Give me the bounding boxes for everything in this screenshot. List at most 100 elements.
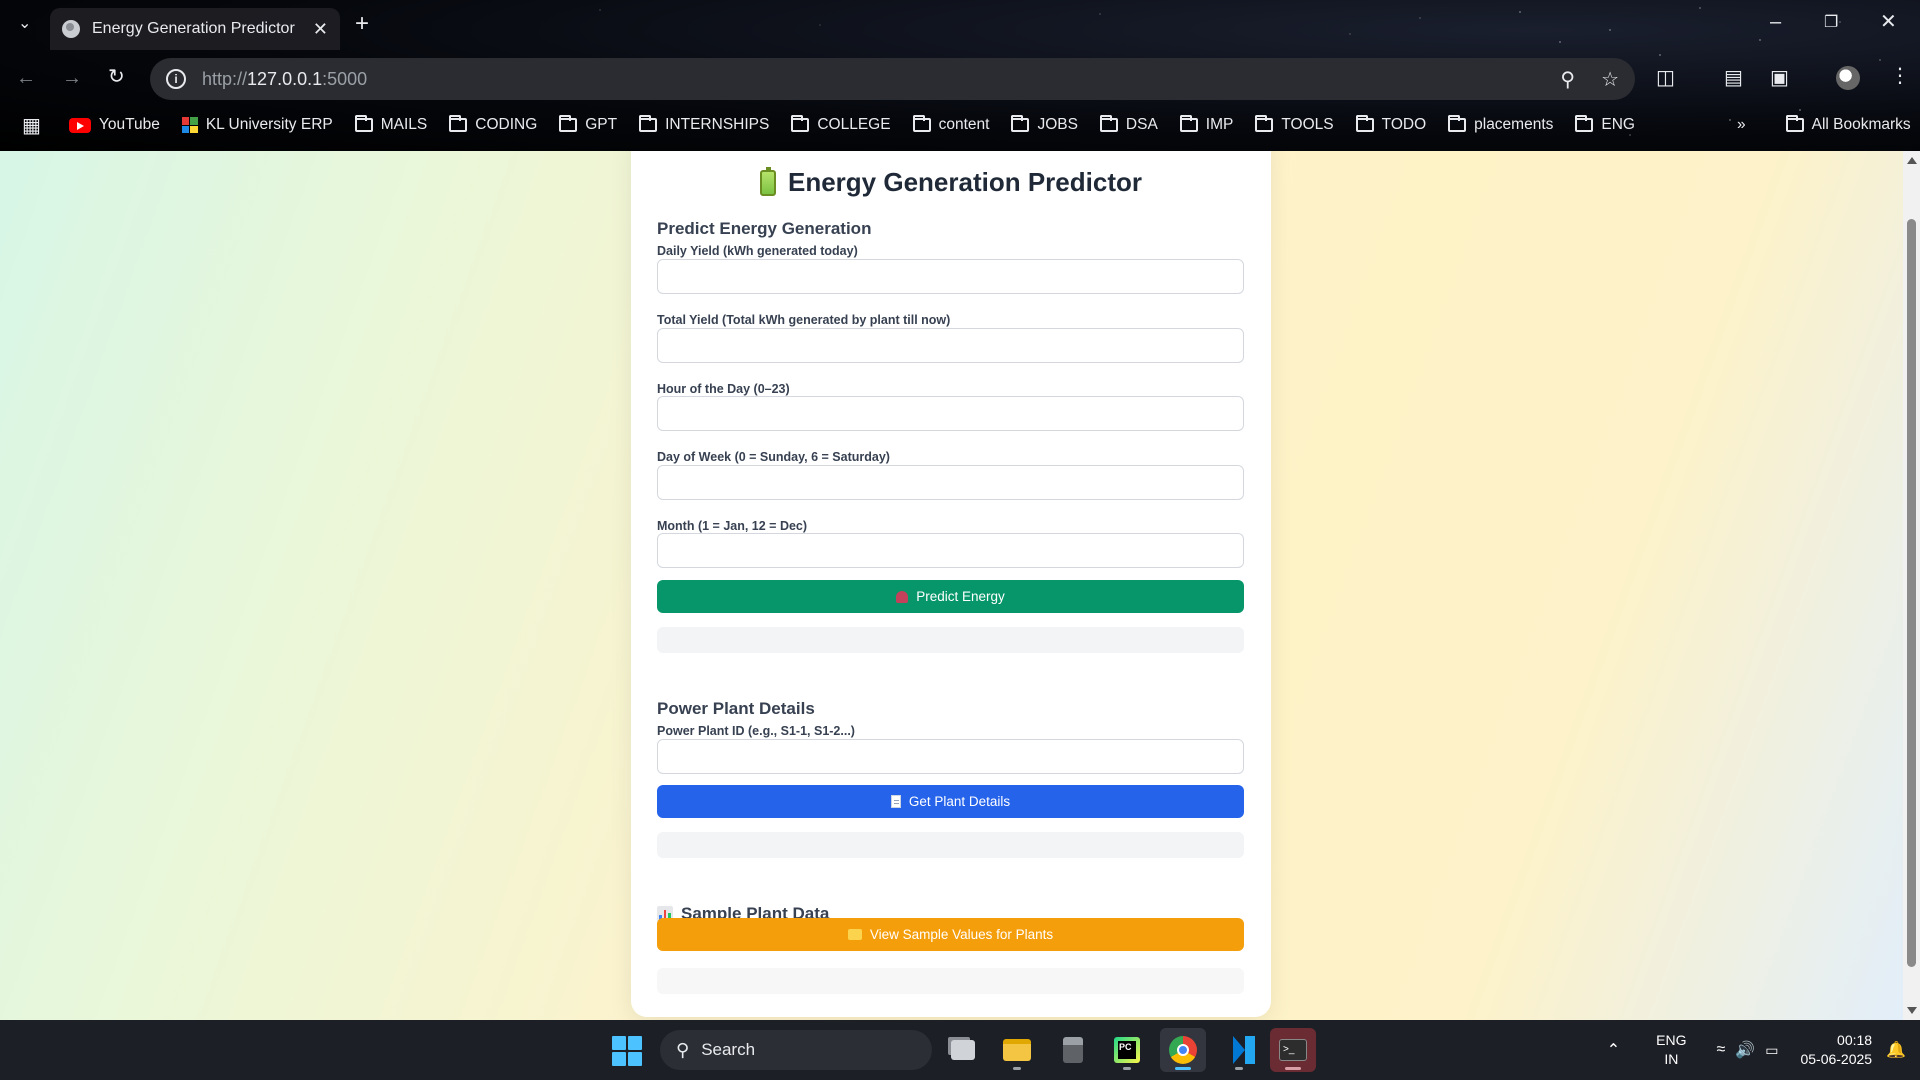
page-title: Energy Generation Predictor: [631, 166, 1271, 198]
document-icon: [890, 795, 901, 808]
tab-list-chevron-icon[interactable]: ⌄: [18, 14, 31, 34]
forward-icon[interactable]: →: [62, 68, 82, 88]
tab-title: Energy Generation Predictor: [92, 20, 295, 37]
predict-energy-label: Predict Energy: [916, 589, 1005, 604]
vscode-icon[interactable]: [1216, 1028, 1262, 1072]
windows-start-icon[interactable]: [612, 1036, 642, 1066]
profile-avatar[interactable]: [1836, 66, 1860, 90]
extensions-icon[interactable]: ◫: [1656, 68, 1675, 88]
bookmark-tools[interactable]: TOOLS: [1255, 115, 1334, 134]
new-tab-icon[interactable]: +: [355, 12, 369, 36]
chrome-icon[interactable]: [1160, 1028, 1206, 1072]
screenshot-icon[interactable]: ▣: [1770, 68, 1789, 88]
site-info-icon[interactable]: i: [166, 69, 186, 89]
terminal-icon[interactable]: >_: [1270, 1028, 1316, 1072]
prediction-result: [657, 627, 1244, 653]
calculator-icon[interactable]: [1050, 1028, 1096, 1072]
apps-grid-icon[interactable]: ▦: [22, 113, 41, 138]
bookmark-star-icon[interactable]: ☆: [1601, 67, 1619, 92]
clock-date: 05-06-2025: [1800, 1051, 1873, 1067]
bookmark-college[interactable]: COLLEGE: [791, 115, 891, 134]
daily-yield-input[interactable]: [657, 259, 1244, 294]
region-code: IN: [1664, 1051, 1679, 1067]
bookmark-dsa[interactable]: DSA: [1099, 115, 1158, 134]
folder-icon: [639, 115, 658, 132]
all-bookmarks[interactable]: All Bookmarks: [1785, 115, 1911, 134]
taskbar-search[interactable]: ⚲ Search: [660, 1030, 932, 1070]
task-view-icon[interactable]: [940, 1028, 986, 1072]
bookmark-coding[interactable]: CODING: [449, 115, 537, 134]
reading-list-icon[interactable]: ▤: [1724, 68, 1743, 88]
clock-time: 00:18: [1837, 1032, 1873, 1048]
tab-close-icon[interactable]: ✕: [313, 19, 328, 40]
battery-status-icon[interactable]: ▭: [1765, 1042, 1778, 1059]
browser-tab[interactable]: Energy Generation Predictor ✕: [50, 8, 340, 50]
sample-data-result: [657, 968, 1244, 994]
total-yield-label: Total Yield (Total kWh generated by plan…: [657, 313, 951, 327]
bookmark-internships[interactable]: INTERNSHIPS: [639, 115, 769, 134]
daily-yield-label: Daily Yield (kWh generated today): [657, 244, 858, 258]
folder-icon: [1785, 115, 1804, 132]
bookmark-kl-erp[interactable]: KL University ERP: [181, 116, 333, 134]
reload-icon[interactable]: ↻: [108, 67, 125, 87]
wifi-icon[interactable]: ≈: [1717, 1041, 1726, 1059]
view-sample-values-button[interactable]: View Sample Values for Plants: [657, 918, 1244, 951]
youtube-icon: [68, 117, 91, 133]
lang-code: ENG: [1656, 1032, 1687, 1048]
folder-icon: [1011, 115, 1030, 132]
day-of-week-label: Day of Week (0 = Sunday, 6 = Saturday): [657, 450, 890, 464]
more-bookmarks-icon[interactable]: »: [1737, 116, 1746, 134]
zoom-icon[interactable]: ⚲: [1560, 67, 1575, 92]
month-label: Month (1 = Jan, 12 = Dec): [657, 519, 808, 533]
folder-icon: [1255, 115, 1274, 132]
address-bar[interactable]: i http://127.0.0.1:5000 ⚲ ☆: [150, 58, 1635, 100]
scroll-down-arrow-icon[interactable]: [1907, 1007, 1917, 1014]
plant-id-input[interactable]: [657, 739, 1244, 774]
browser-chrome: ⌄ Energy Generation Predictor ✕ + – ❐ ✕ …: [0, 0, 1920, 151]
bookmark-eng[interactable]: ENG: [1575, 115, 1635, 134]
restore-icon[interactable]: ❐: [1824, 13, 1838, 33]
plant-id-label: Power Plant ID (e.g., S1-1, S1-2...): [657, 724, 855, 738]
total-yield-input[interactable]: [657, 328, 1244, 363]
close-window-icon[interactable]: ✕: [1880, 12, 1897, 32]
hour-of-day-input[interactable]: [657, 396, 1244, 431]
bookmark-jobs[interactable]: JOBS: [1011, 115, 1078, 134]
folder-icon: [1099, 115, 1118, 132]
folder-icon: [559, 115, 578, 132]
battery-icon: [760, 166, 776, 196]
minimize-icon[interactable]: –: [1770, 12, 1781, 32]
taskbar-search-label: Search: [701, 1040, 756, 1059]
bookmark-youtube[interactable]: YouTube: [68, 116, 160, 134]
url-text[interactable]: http://127.0.0.1:5000: [202, 69, 367, 90]
rocket-icon: [896, 590, 909, 603]
get-plant-details-button[interactable]: Get Plant Details: [657, 785, 1244, 818]
show-hidden-icons-icon[interactable]: ⌃: [1607, 1040, 1620, 1060]
month-input[interactable]: [657, 533, 1244, 568]
scroll-up-arrow-icon[interactable]: [1907, 157, 1917, 164]
language-indicator[interactable]: ENG IN: [1656, 1031, 1686, 1069]
menu-icon[interactable]: ⋮: [1890, 66, 1910, 86]
bookmark-mails[interactable]: MAILS: [354, 115, 427, 134]
bookmark-content[interactable]: content: [912, 115, 989, 134]
file-explorer-icon[interactable]: [994, 1028, 1040, 1072]
day-of-week-input[interactable]: [657, 465, 1244, 500]
bookmark-imp[interactable]: IMP: [1179, 115, 1233, 134]
folder-icon: [847, 929, 862, 940]
back-icon[interactable]: ←: [16, 68, 36, 88]
bookmarks-bar: ▦ YouTube KL University ERP MAILS CODING…: [0, 108, 1920, 142]
scrollbar-thumb[interactable]: [1907, 219, 1916, 967]
page-scrollbar[interactable]: [1903, 151, 1920, 1020]
get-plant-details-label: Get Plant Details: [908, 794, 1011, 809]
notification-bell-icon[interactable]: 🔔: [1886, 1040, 1906, 1060]
predict-energy-button[interactable]: Predict Energy: [657, 580, 1244, 613]
bookmark-placements[interactable]: placements: [1448, 115, 1553, 134]
folder-icon: [1575, 115, 1594, 132]
predict-section-heading: Predict Energy Generation: [657, 219, 872, 238]
bookmark-gpt[interactable]: GPT: [559, 115, 617, 134]
bookmark-todo[interactable]: TODO: [1355, 115, 1426, 134]
folder-icon: [1179, 115, 1198, 132]
system-tray: ⌃ ENG IN ≈ 🔊 ▭ 00:18 05-06-2025 🔔: [1607, 1020, 1920, 1080]
volume-icon[interactable]: 🔊: [1735, 1040, 1755, 1060]
pycharm-icon[interactable]: PC: [1104, 1028, 1150, 1072]
clock[interactable]: 00:18 05-06-2025: [1800, 1031, 1872, 1069]
